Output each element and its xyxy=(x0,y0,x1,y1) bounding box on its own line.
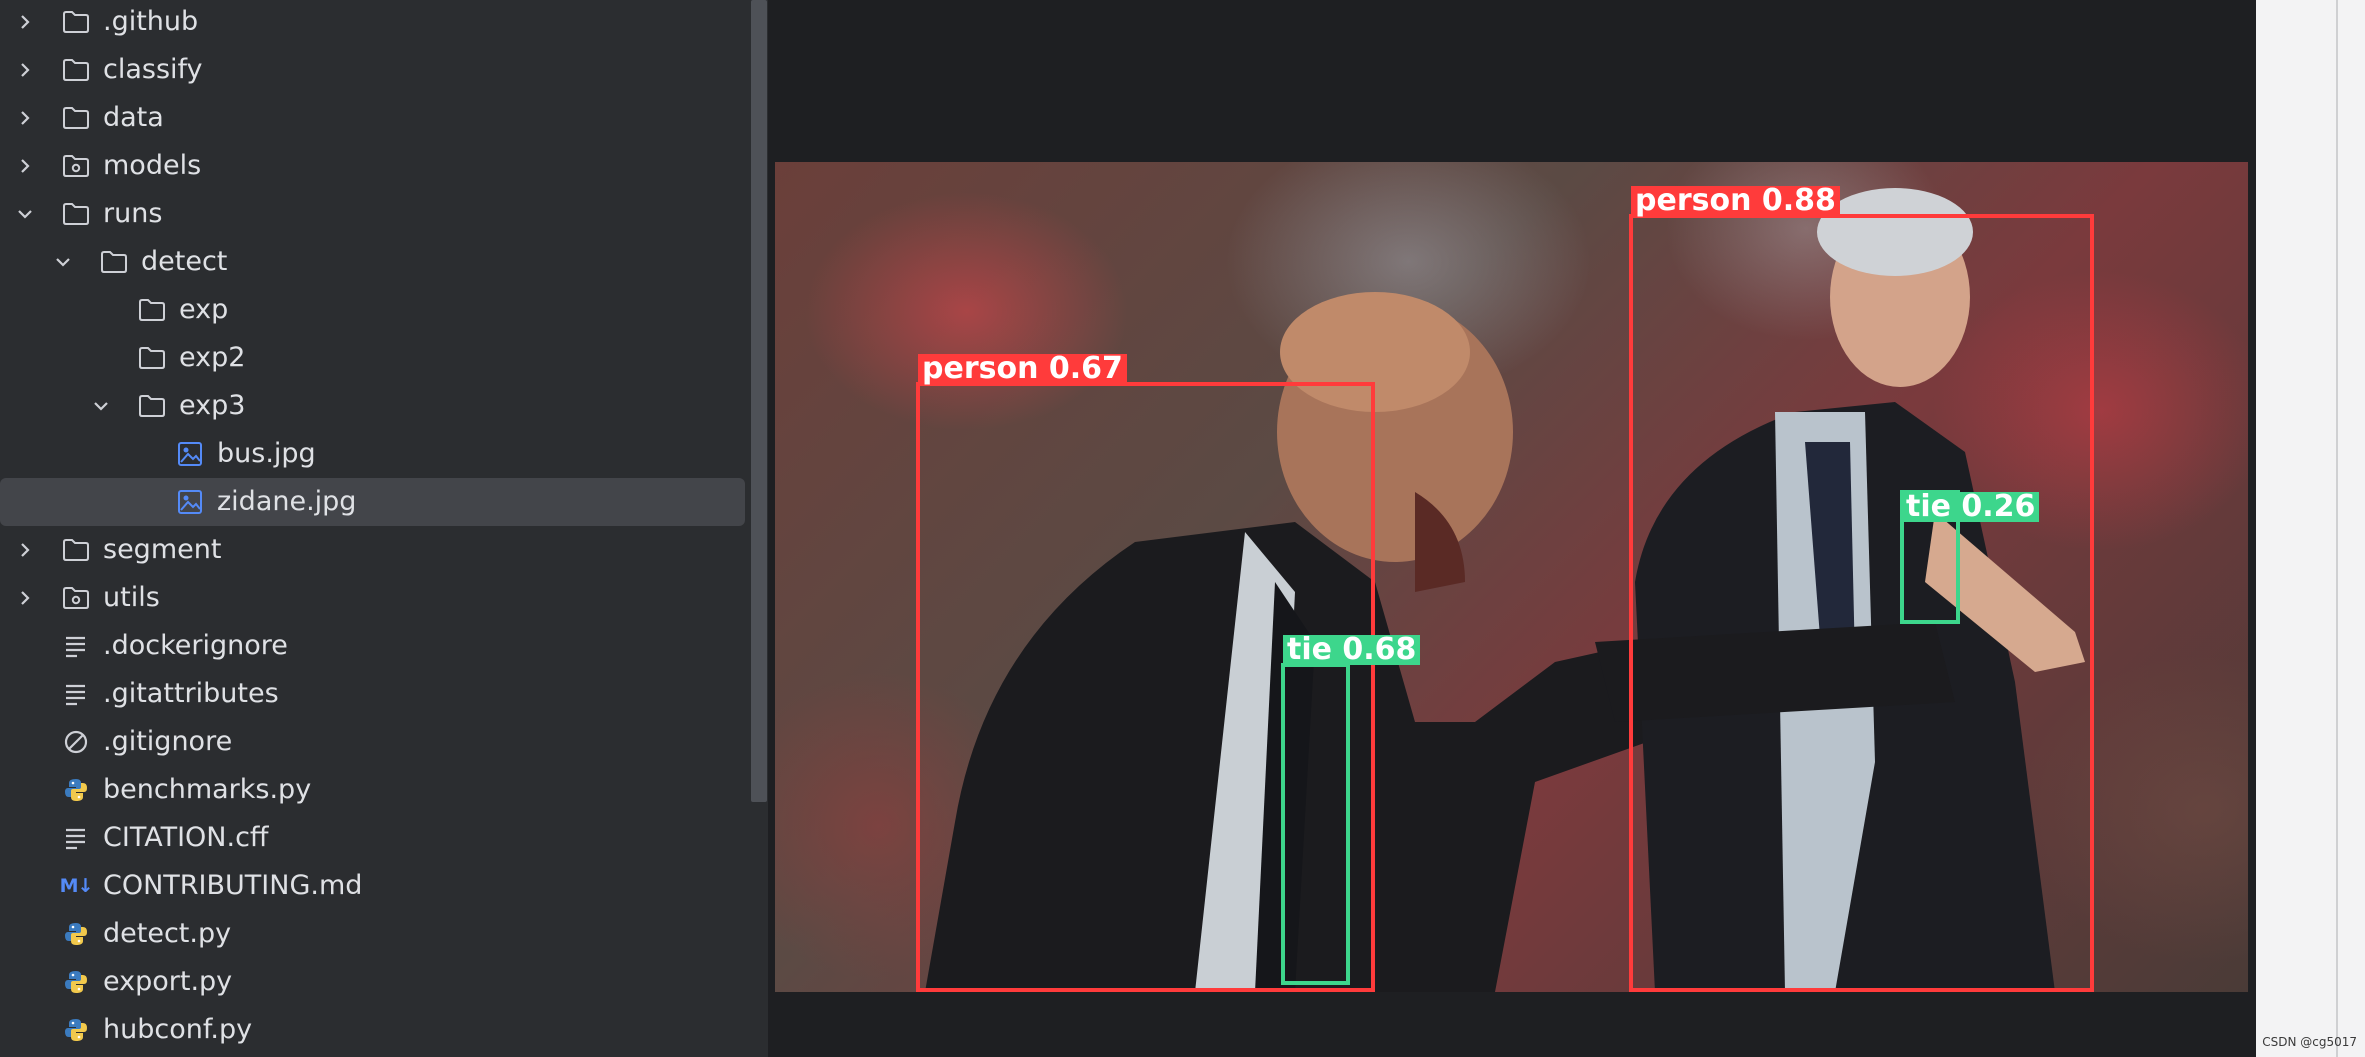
text-file-icon xyxy=(61,680,91,708)
tree-item-label: CITATION.cff xyxy=(103,822,269,853)
tree-item-bus-jpg[interactable]: bus.jpg xyxy=(0,430,745,478)
chevron-down-icon[interactable] xyxy=(13,202,37,226)
tree-item-hubconf-py[interactable]: hubconf.py xyxy=(0,1006,745,1054)
tree-item-exp3[interactable]: exp3 xyxy=(0,382,745,430)
folder-icon xyxy=(61,56,91,84)
tree-item-label: detect.py xyxy=(103,918,232,949)
tree-item-label: .gitattributes xyxy=(103,678,279,709)
tree-item-data[interactable]: data xyxy=(0,94,745,142)
tree-item-label: .dockerignore xyxy=(103,630,288,661)
detection-label-tie-026: tie 0.26 xyxy=(1902,492,2040,522)
detection-label-person-088: person 0.88 xyxy=(1631,186,1840,216)
tree-item-segment[interactable]: segment xyxy=(0,526,745,574)
tree-item-exp2[interactable]: exp2 xyxy=(0,334,745,382)
folder-icon xyxy=(137,344,167,372)
chevron-right-icon[interactable] xyxy=(13,106,37,130)
folder-icon xyxy=(61,104,91,132)
python-file-icon xyxy=(61,920,91,948)
project-tree-scrollbar[interactable] xyxy=(750,0,768,1057)
chevron-right-icon[interactable] xyxy=(13,10,37,34)
text-file-icon xyxy=(61,824,91,852)
folder-icon xyxy=(137,296,167,324)
tree-item-citation-cff[interactable]: CITATION.cff xyxy=(0,814,745,862)
tree-item-gitignore[interactable]: .gitignore xyxy=(0,718,745,766)
tree-item-label: benchmarks.py xyxy=(103,774,312,805)
detection-result-image: person 0.67 person 0.88 tie 0.68 tie 0.2… xyxy=(775,162,2248,992)
tree-item-runs[interactable]: runs xyxy=(0,190,745,238)
tree-item-label: exp3 xyxy=(179,390,246,421)
tree-item-label: segment xyxy=(103,534,222,565)
folder-icon xyxy=(61,8,91,36)
image-file-icon xyxy=(175,440,205,468)
photo-subjects xyxy=(916,188,2094,992)
tree-item-label: export.py xyxy=(103,966,233,997)
tree-item-utils[interactable]: utils xyxy=(0,574,745,622)
tree-item-dockerignore[interactable]: .dockerignore xyxy=(0,622,745,670)
folder-icon xyxy=(137,392,167,420)
tree-item-label: bus.jpg xyxy=(217,438,316,469)
chevron-right-icon[interactable] xyxy=(13,586,37,610)
chevron-down-icon[interactable] xyxy=(51,250,75,274)
tree-item-detect[interactable]: detect xyxy=(0,238,745,286)
tree-item-exp[interactable]: exp xyxy=(0,286,745,334)
markdown-file-icon: M↓ xyxy=(59,875,94,897)
tree-item-label: .gitignore xyxy=(103,726,233,757)
tree-item-label: exp xyxy=(179,294,229,325)
python-file-icon xyxy=(61,968,91,996)
tree-item-contributing-md[interactable]: M↓ CONTRIBUTING.md xyxy=(0,862,745,910)
folder-icon xyxy=(61,200,91,228)
package-folder-icon xyxy=(61,152,91,180)
folder-icon xyxy=(99,248,129,276)
tree-item-label: models xyxy=(103,150,202,181)
detection-label-person-067: person 0.67 xyxy=(918,354,1127,384)
project-tree-panel: .github classify data models runs detect exp ex… xyxy=(0,0,750,1057)
tree-item-label: zidane.jpg xyxy=(217,486,357,517)
tree-item-label: .github xyxy=(103,6,199,37)
python-file-icon xyxy=(61,776,91,804)
tree-item-detect-py[interactable]: detect.py xyxy=(0,910,745,958)
tree-item-export-py[interactable]: export.py xyxy=(0,958,745,1006)
chevron-right-icon[interactable] xyxy=(13,58,37,82)
tree-item-label: runs xyxy=(103,198,163,229)
package-folder-icon xyxy=(61,584,91,612)
tree-item-label: hubconf.py xyxy=(103,1014,253,1045)
text-file-icon xyxy=(61,632,91,660)
tree-item-label: exp2 xyxy=(179,342,246,373)
gitignore-icon xyxy=(61,728,91,756)
tree-item-zidane-jpg[interactable]: zidane.jpg xyxy=(0,478,745,526)
chevron-down-icon[interactable] xyxy=(89,394,113,418)
viewer-edge-divider xyxy=(2336,0,2338,1057)
tree-item-label: data xyxy=(103,102,164,133)
tree-item-github[interactable]: .github xyxy=(0,0,745,46)
image-file-icon xyxy=(175,488,205,516)
tree-item-label: CONTRIBUTING.md xyxy=(103,870,363,901)
tree-item-label: classify xyxy=(103,54,203,85)
folder-icon xyxy=(61,536,91,564)
tree-item-classify[interactable]: classify xyxy=(0,46,745,94)
scrollbar-thumb[interactable] xyxy=(751,0,767,802)
tree-item-label: utils xyxy=(103,582,160,613)
tree-item-models[interactable]: models xyxy=(0,142,745,190)
tree-item-benchmarks-py[interactable]: benchmarks.py xyxy=(0,766,745,814)
tree-item-gitattributes[interactable]: .gitattributes xyxy=(0,670,745,718)
viewer-side-strip xyxy=(2256,0,2365,1057)
tree-item-label: detect xyxy=(141,246,228,277)
chevron-right-icon[interactable] xyxy=(13,538,37,562)
watermark: CSDN @cg5017 xyxy=(2262,1035,2357,1049)
python-file-icon xyxy=(61,1016,91,1044)
detection-label-tie-068: tie 0.68 xyxy=(1283,635,1421,665)
chevron-right-icon[interactable] xyxy=(13,154,37,178)
